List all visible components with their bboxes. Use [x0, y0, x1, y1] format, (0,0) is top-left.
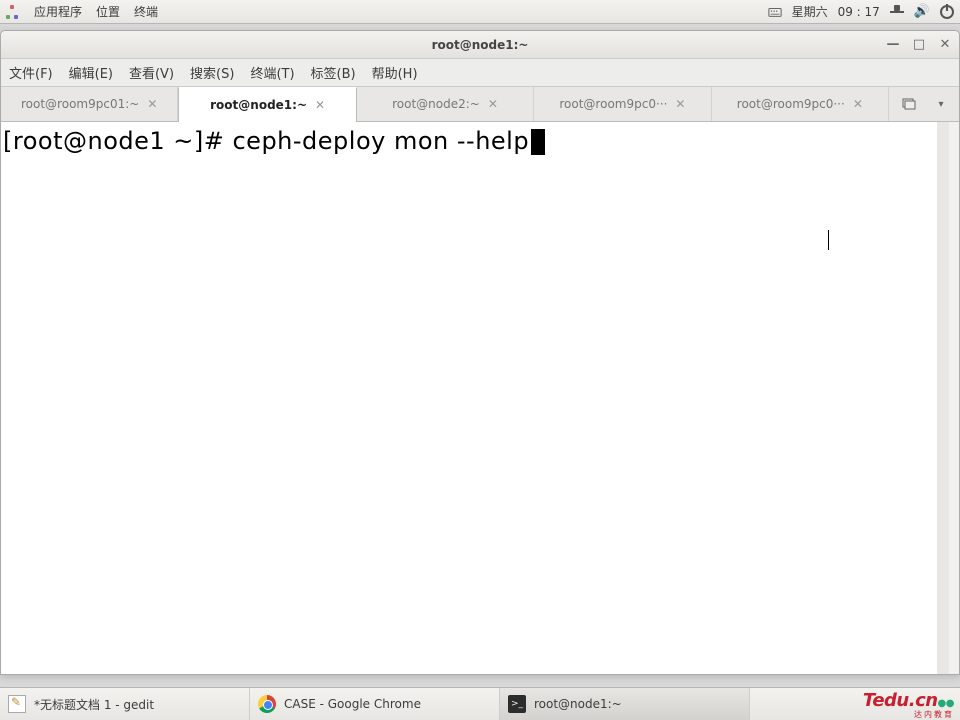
- tab-label: root@room9pc0···: [559, 97, 667, 111]
- task-gedit[interactable]: *无标题文档 1 - gedit: [0, 688, 250, 720]
- clock-time[interactable]: 09 : 17: [838, 5, 880, 19]
- tab-3[interactable]: root@room9pc0··· ✕: [534, 87, 711, 121]
- clock-day[interactable]: 星期六: [792, 3, 828, 20]
- taskbar: *无标题文档 1 - gedit CASE - Google Chrome >_…: [0, 687, 960, 720]
- power-icon[interactable]: [940, 5, 954, 19]
- window-title: root@node1:~: [432, 38, 529, 52]
- tab-label: root@room9pc0···: [737, 97, 845, 111]
- terminal-line: [root@node1 ~]# ceph-deploy mon --help: [3, 126, 935, 157]
- maximize-button[interactable]: □: [911, 37, 927, 52]
- close-icon[interactable]: ✕: [488, 97, 498, 111]
- watermark-logo: Tedu.cn: [863, 690, 938, 711]
- cursor-icon: [531, 129, 545, 155]
- gedit-icon: [8, 695, 26, 713]
- minimize-button[interactable]: —: [885, 37, 901, 52]
- tab-4[interactable]: root@room9pc0··· ✕: [712, 87, 889, 121]
- tab-bar: root@room9pc01:~ ✕ root@node1:~ ✕ root@nod…: [1, 87, 959, 122]
- menu-places[interactable]: 位置: [96, 3, 120, 20]
- task-label: root@node1:~: [534, 697, 622, 711]
- keyboard-icon[interactable]: [768, 5, 782, 19]
- close-icon[interactable]: ✕: [147, 97, 157, 111]
- gnome-top-panel: 应用程序 位置 终端 星期六 09 : 17 🔊: [0, 0, 960, 24]
- task-chrome[interactable]: CASE - Google Chrome: [250, 688, 500, 720]
- menu-view[interactable]: 查看(V): [129, 63, 174, 82]
- terminal-window: root@node1:~ — □ ✕ 文件(F) 编辑(E) 查看(V) 搜索(…: [0, 30, 960, 675]
- menu-help[interactable]: 帮助(H): [372, 63, 418, 82]
- menu-bar: 文件(F) 编辑(E) 查看(V) 搜索(S) 终端(T) 标签(B) 帮助(H…: [1, 59, 959, 87]
- menu-terminal[interactable]: 终端: [134, 3, 158, 20]
- tab-2[interactable]: root@node2:~ ✕: [357, 87, 534, 121]
- new-tab-button[interactable]: [889, 87, 929, 121]
- close-button[interactable]: ✕: [937, 37, 953, 52]
- network-icon[interactable]: [890, 5, 904, 19]
- activities-icon[interactable]: [6, 5, 20, 19]
- close-icon[interactable]: ✕: [675, 97, 685, 111]
- close-icon[interactable]: ✕: [853, 97, 863, 111]
- watermark: Tedu.cn●● 达内教育: [863, 690, 954, 720]
- tab-label: root@node1:~: [210, 98, 307, 112]
- command-text: ceph-deploy mon --help: [232, 127, 529, 155]
- tab-1[interactable]: root@node1:~ ✕: [178, 87, 356, 122]
- task-terminal[interactable]: >_ root@node1:~: [500, 688, 750, 720]
- tab-label: root@room9pc01:~: [21, 97, 139, 111]
- menu-terminal[interactable]: 终端(T): [250, 63, 294, 82]
- tab-0[interactable]: root@room9pc01:~ ✕: [1, 87, 178, 121]
- window-title-bar[interactable]: root@node1:~ — □ ✕: [1, 31, 959, 59]
- chrome-icon: [258, 695, 276, 713]
- prompt: [root@node1 ~]#: [3, 127, 232, 155]
- task-label: CASE - Google Chrome: [284, 697, 421, 711]
- mouse-text-cursor-icon: [828, 230, 829, 250]
- task-label: *无标题文档 1 - gedit: [34, 696, 154, 713]
- menu-edit[interactable]: 编辑(E): [69, 63, 113, 82]
- tab-label: root@node2:~: [392, 97, 480, 111]
- menu-tabs[interactable]: 标签(B): [311, 63, 356, 82]
- terminal-icon: >_: [508, 695, 526, 713]
- tab-overflow-button[interactable]: ▾: [929, 87, 953, 121]
- menu-applications[interactable]: 应用程序: [34, 3, 82, 20]
- menu-file[interactable]: 文件(F): [9, 63, 53, 82]
- menu-search[interactable]: 搜索(S): [190, 63, 234, 82]
- volume-icon[interactable]: 🔊: [914, 4, 930, 19]
- close-icon[interactable]: ✕: [315, 98, 325, 112]
- terminal-viewport[interactable]: [root@node1 ~]# ceph-deploy mon --help: [1, 122, 949, 674]
